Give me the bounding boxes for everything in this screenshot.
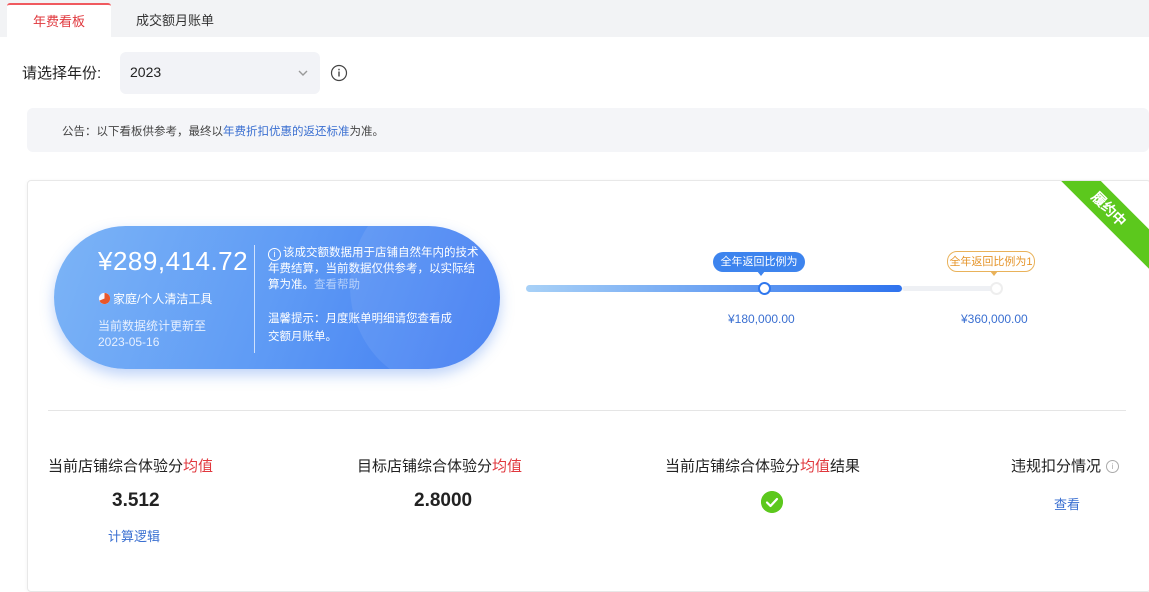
score-result-title: 当前店铺综合体验分均值结果 [665, 455, 860, 476]
total-amount: ¥289,414.72 [98, 246, 249, 276]
category-name: 家庭/个人清洁工具 [113, 292, 213, 306]
summary-pill: ¥289,414.72 家庭/个人清洁工具 当前数据统计更新至 2023-05-… [54, 226, 500, 369]
current-score-title-highlight: 均值 [183, 458, 214, 475]
status-ribbon: 履约中 [1046, 181, 1149, 272]
current-score-title: 当前店铺综合体验分均值 [48, 455, 213, 476]
monthly-bill-tip: 温馨提示：月度账单明细请您查看成交额月账单。 [268, 313, 452, 343]
milestone-dot-full [990, 282, 1003, 295]
milestone-tag-half-arrow [757, 271, 765, 276]
year-select-value: 2023 [130, 64, 162, 80]
notice-suffix: 为准。 [349, 126, 385, 138]
milestone-amount-full: ¥360,000.00 [961, 312, 1028, 326]
tab-bar: 年费看板 成交额月账单 [0, 0, 1149, 38]
violation-view-link[interactable]: 查看 [1054, 494, 1080, 513]
milestone-dot-half [758, 282, 771, 295]
calc-logic-link[interactable]: 计算逻辑 [108, 526, 160, 545]
info-small-icon[interactable]: i [1106, 460, 1120, 473]
update-date: 2023-05-16 [98, 335, 160, 349]
chevron-down-icon [298, 70, 308, 76]
milestone-tag-half: 全年返回比例为0.5 [713, 252, 805, 288]
milestone-tag-full: 全年返回比例为1 [947, 251, 1035, 272]
notice-bar: 公告：以下看板供参考，最终以年费折扣优惠的返还标准为准。 [27, 108, 1149, 152]
check-icon [761, 491, 783, 513]
milestone-tag-full-arrow [990, 271, 998, 276]
year-select[interactable]: 2023 [120, 52, 320, 94]
violation-title-text: 违规扣分情况 [1011, 458, 1102, 475]
current-score-value: 3.512 [112, 490, 160, 511]
pie-icon [98, 292, 111, 305]
target-score-title-highlight: 均值 [492, 458, 523, 475]
notice-text: 公告：以下看板供参考，最终以年费折扣优惠的返还标准为准。 [62, 123, 384, 139]
tab-annual-fee-board[interactable]: 年费看板 [7, 3, 111, 38]
annual-fee-card: 履约中 ¥289,414.72 家庭/个人清洁工具 当前数据统计更新至 2023… [27, 180, 1149, 592]
notice-prefix: 公告：以下看板供参考，最终以 [62, 126, 223, 138]
update-info: 当前数据统计更新至 2023-05-16 [98, 318, 248, 350]
tab-monthly-bill[interactable]: 成交额月账单 [111, 4, 239, 37]
target-score-title: 目标店铺综合体验分均值 [357, 455, 522, 476]
divider [48, 410, 1126, 411]
year-select-label: 请选择年份: [22, 65, 102, 82]
current-score-title-text: 当前店铺综合体验分 [48, 458, 184, 475]
amount-description: i 该成交额数据用于店铺自然年内的技术年费结算，当前数据仅供参考，以实际结算为准。… [268, 245, 483, 293]
progress-fill [526, 285, 902, 292]
category-label: 家庭/个人清洁工具 [98, 290, 212, 307]
help-link[interactable]: 查看帮助 [314, 279, 360, 291]
info-icon[interactable] [330, 64, 348, 82]
description-text: 该成交额数据用于店铺自然年内的技术年费结算，当前数据仅供参考，以实际结算为准。 [268, 247, 479, 291]
pill-divider [254, 245, 255, 353]
notice-link[interactable]: 年费折扣优惠的返还标准 [223, 126, 350, 138]
milestone-amount-half: ¥180,000.00 [728, 312, 795, 326]
score-result-title-suffix: 结果 [830, 458, 861, 475]
progress-track [902, 286, 1002, 291]
score-result-title-text: 当前店铺综合体验分 [665, 458, 801, 475]
target-score-value: 2.8000 [414, 490, 473, 511]
update-line1: 当前数据统计更新至 [98, 319, 207, 333]
score-result-title-highlight: 均值 [800, 458, 831, 475]
target-score-title-text: 目标店铺综合体验分 [357, 458, 493, 475]
info-small-icon: i [268, 248, 281, 261]
violation-title: 违规扣分情况 i [1011, 455, 1120, 476]
